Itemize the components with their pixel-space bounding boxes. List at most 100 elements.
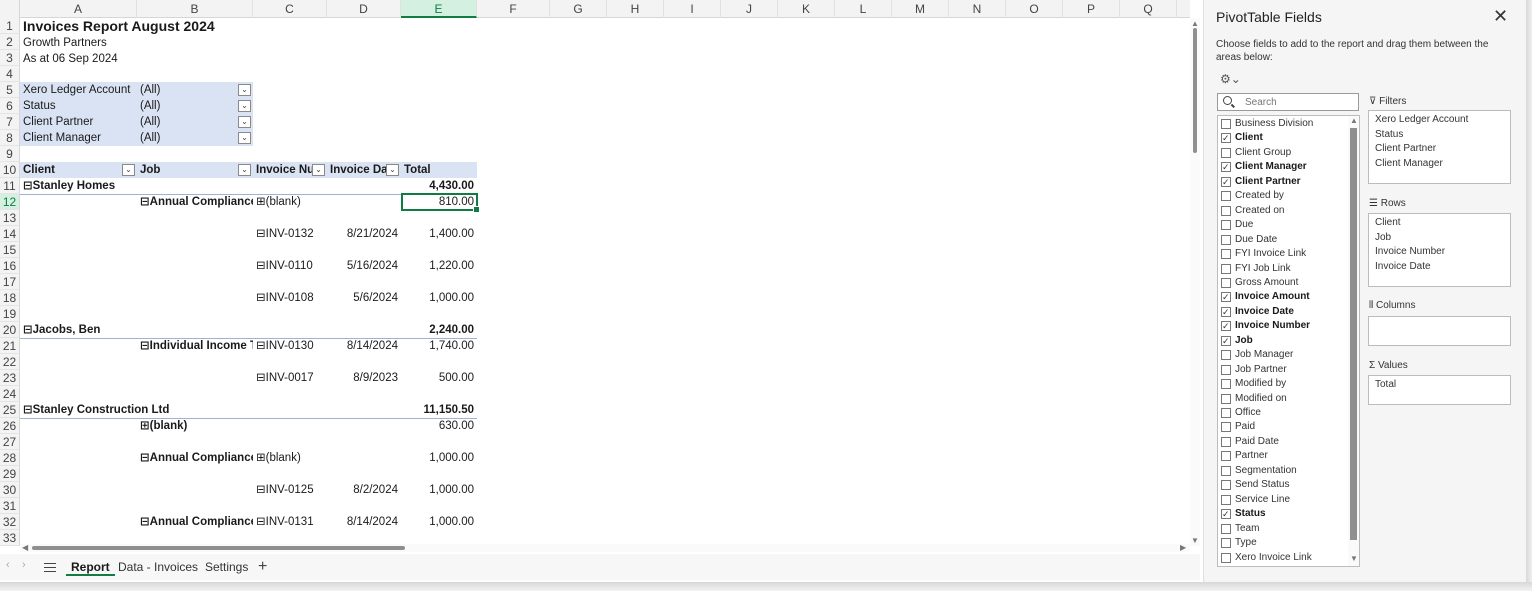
pivot-header-1[interactable]: Job [137, 162, 239, 178]
row-header-5[interactable]: 5 [0, 82, 20, 98]
pivot-cell-inv[interactable]: ⊟INV-0110 [253, 258, 327, 274]
pivot-cell-total[interactable]: 4,430.00 [401, 178, 477, 194]
pivot-cell-inv[interactable]: ⊞(blank) [253, 450, 327, 466]
report-title[interactable]: Invoices Report August 2024 [20, 18, 320, 36]
rows-area-item[interactable]: Invoice Number [1369, 245, 1510, 260]
pivot-cell-inv[interactable]: ⊟INV-0108 [253, 290, 327, 306]
field-checkbox[interactable] [1221, 350, 1231, 361]
tab-report[interactable]: Report [66, 558, 115, 576]
field-checkbox[interactable] [1221, 422, 1231, 433]
row-header-6[interactable]: 6 [0, 98, 20, 114]
field-checkbox[interactable] [1221, 263, 1231, 274]
column-header-q[interactable]: Q [1120, 0, 1177, 18]
row-header-12[interactable]: 12 [0, 194, 20, 210]
pivot-cell-total[interactable]: 500.00 [401, 370, 477, 386]
field-item[interactable]: Service Line [1218, 493, 1348, 507]
field-checkbox[interactable] [1221, 305, 1231, 319]
field-item[interactable]: Job [1218, 334, 1348, 348]
scroll-up-arrow-icon[interactable]: ▲ [1191, 19, 1199, 28]
pivot-header-filter-icon[interactable]: ⌄ [122, 164, 135, 176]
row-header-22[interactable]: 22 [0, 354, 20, 370]
row-header-30[interactable]: 30 [0, 482, 20, 498]
row-header-32[interactable]: 32 [0, 514, 20, 530]
pivot-header-4[interactable]: Total [401, 162, 477, 178]
active-cell-e12[interactable] [401, 193, 480, 213]
values-area-item[interactable]: Total [1369, 378, 1510, 393]
field-item[interactable]: FYI Job Link [1218, 262, 1348, 276]
field-checkbox[interactable] [1221, 451, 1231, 462]
row-header-10[interactable]: 10 [0, 162, 20, 178]
row-header-14[interactable]: 14 [0, 226, 20, 242]
row-header-27[interactable]: 27 [0, 434, 20, 450]
scroll-left-arrow-icon[interactable]: ◀ [22, 543, 28, 552]
field-checkbox[interactable] [1221, 131, 1231, 145]
field-checkbox[interactable] [1221, 393, 1231, 404]
field-checkbox[interactable] [1221, 205, 1231, 216]
filter-value[interactable]: (All) [137, 130, 227, 146]
column-header-h[interactable]: H [607, 0, 664, 18]
filter-dropdown-chevron-icon[interactable]: ⌄ [238, 100, 251, 112]
field-checkbox[interactable] [1221, 507, 1231, 521]
pivot-cell-total[interactable]: 1,400.00 [401, 226, 477, 242]
filters-area-item[interactable]: Xero Ledger Account [1369, 113, 1510, 128]
row-header-9[interactable]: 9 [0, 146, 20, 162]
pivot-cell-client[interactable]: ⊟Jacobs, Ben [20, 322, 253, 338]
field-item[interactable]: Invoice Amount [1218, 290, 1348, 304]
row-header-7[interactable]: 7 [0, 114, 20, 130]
filter-value[interactable]: (All) [137, 98, 227, 114]
filter-dropdown-chevron-icon[interactable]: ⌄ [238, 84, 251, 96]
column-header-d[interactable]: D [327, 0, 401, 18]
row-header-11[interactable]: 11 [0, 178, 20, 194]
pivot-cell-date[interactable]: 8/21/2024 [327, 226, 401, 242]
pivot-cell-inv[interactable]: ⊞(blank) [253, 194, 327, 210]
pivot-cell-client[interactable]: ⊟Stanley Construction Ltd [20, 402, 253, 418]
field-checkbox[interactable] [1221, 494, 1231, 505]
tab-settings[interactable]: Settings [200, 558, 253, 576]
spreadsheet-grid[interactable]: ABCDEFGHIJKLMNOPQ 1 2 3 4 5 6 7 8 9 10 11 12 13 14 15 1… [0, 0, 1200, 552]
pivot-cell-inv[interactable]: ⊟INV-0132 [253, 226, 327, 242]
pivot-cell-date[interactable]: 8/9/2023 [327, 370, 401, 386]
filters-drop-area[interactable]: Xero Ledger Account Status Client Partner C… [1368, 110, 1511, 184]
field-checkbox[interactable] [1221, 160, 1231, 174]
pivot-cell-job[interactable]: ⊟Annual Compliance [137, 194, 253, 210]
row-header-16[interactable]: 16 [0, 258, 20, 274]
field-item[interactable]: Client Manager [1218, 160, 1348, 174]
column-header-m[interactable]: M [892, 0, 949, 18]
row-header-19[interactable]: 19 [0, 306, 20, 322]
field-item[interactable]: Xero Invoice Link [1218, 551, 1348, 565]
pivot-cell-client[interactable]: ⊟Stanley Homes [20, 178, 253, 194]
field-scroll-up-icon[interactable]: ▲ [1350, 116, 1358, 125]
filter-value[interactable]: (All) [137, 82, 227, 98]
field-item[interactable]: Send Status [1218, 478, 1348, 492]
scroll-down-arrow-icon[interactable]: ▼ [1191, 536, 1199, 545]
row-header-2[interactable]: 2 [0, 34, 20, 50]
row-header-15[interactable]: 15 [0, 242, 20, 258]
pivot-cell-date[interactable]: 8/14/2024 [327, 338, 401, 354]
column-header-c[interactable]: C [253, 0, 327, 18]
column-header-b[interactable]: B [137, 0, 253, 18]
vertical-scrollbar[interactable]: ▲ ▼ [1190, 18, 1200, 546]
filter-dropdown-chevron-icon[interactable]: ⌄ [238, 132, 251, 144]
field-item[interactable]: Created by [1218, 189, 1348, 203]
column-header-p[interactable]: P [1063, 0, 1120, 18]
report-subtitle[interactable]: Growth Partners [20, 35, 220, 51]
column-header-k[interactable]: K [778, 0, 835, 18]
pivot-cell-total[interactable]: 630.00 [401, 418, 477, 434]
pivot-cell-total[interactable]: 11,150.50 [401, 402, 477, 418]
row-header-23[interactable]: 23 [0, 370, 20, 386]
field-checkbox[interactable] [1221, 480, 1231, 491]
pivot-header-2[interactable]: Invoice Num [253, 162, 313, 178]
column-header-a[interactable]: A [20, 0, 137, 18]
field-checkbox[interactable] [1221, 234, 1231, 245]
field-item[interactable]: Team [1218, 522, 1348, 536]
row-header-8[interactable]: 8 [0, 130, 20, 146]
row-header-31[interactable]: 31 [0, 498, 20, 514]
prev-sheet-icon[interactable]: ‹ [6, 559, 10, 571]
field-item[interactable]: Segmentation [1218, 464, 1348, 478]
rows-drop-area[interactable]: Client Job Invoice Number Invoice Date [1368, 213, 1511, 287]
field-item[interactable]: Client Partner [1218, 175, 1348, 189]
field-checkbox[interactable] [1221, 364, 1231, 375]
horizontal-scroll-thumb[interactable] [32, 546, 405, 550]
field-scroll-down-icon[interactable]: ▼ [1350, 554, 1358, 563]
horizontal-scrollbar[interactable]: ◀ ▶ [20, 543, 1190, 552]
